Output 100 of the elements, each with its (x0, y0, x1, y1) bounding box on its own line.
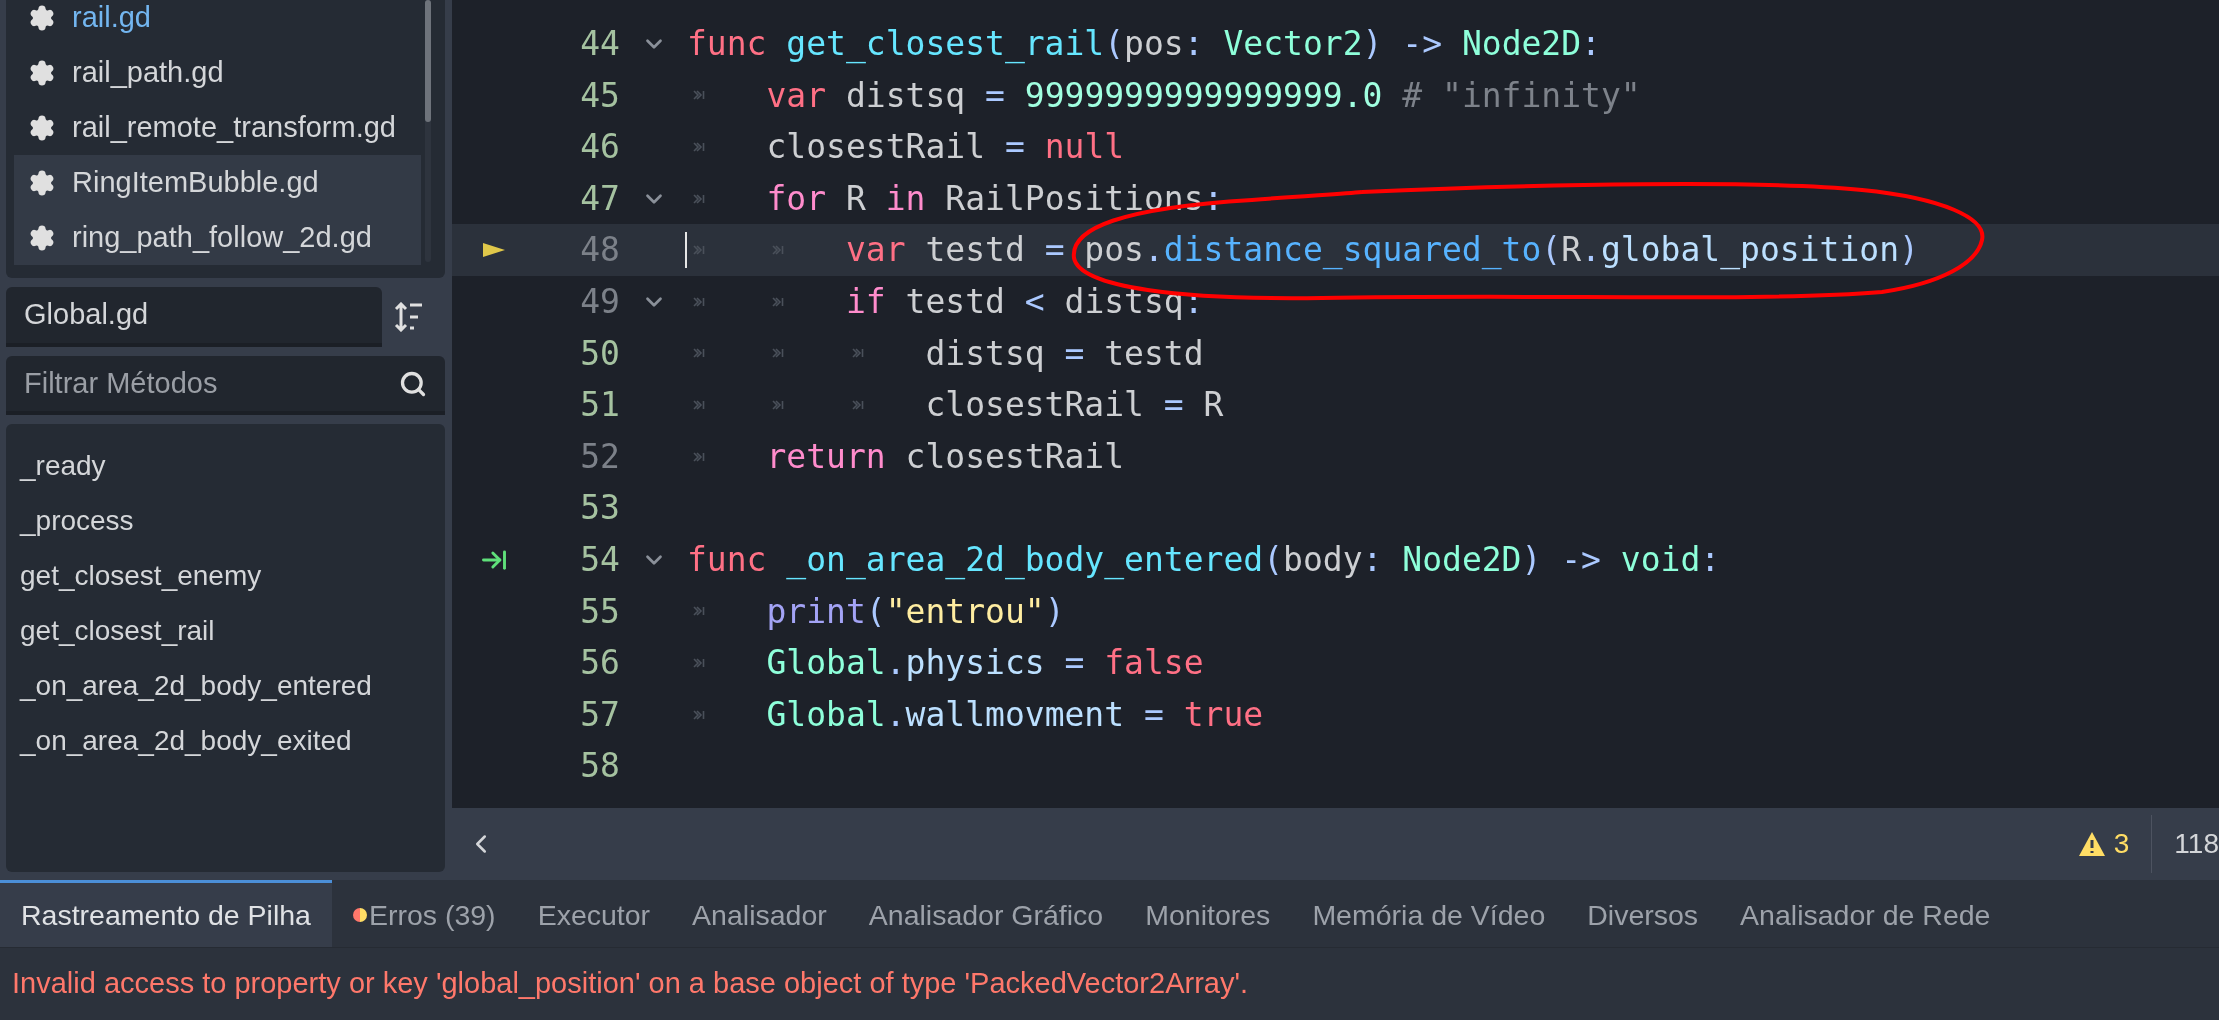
code-token: pos (1124, 23, 1184, 66)
tab-marker-icon (772, 398, 785, 411)
code-token: # "infinity" (1401, 74, 1641, 117)
tab-marker-icon (772, 347, 785, 360)
code-token: = (1064, 332, 1085, 375)
error-message: Invalid access to property or key 'global_position' on a base object of type 'PackedVector2Array'. (11, 966, 1249, 1001)
code-token: ( (865, 590, 886, 633)
code-token: ) -> (1362, 23, 1444, 66)
code-token: ( (1104, 23, 1125, 66)
code-token: < (1024, 281, 1045, 323)
debugger-tab[interactable]: Erros (39) (331, 880, 517, 947)
code-token: : (1700, 539, 1721, 581)
code-token: ) (1044, 590, 1065, 633)
method-list-item[interactable]: get_closest_rail (6, 603, 445, 658)
code-token: 9999999999999999.0 (1024, 74, 1383, 117)
code-token: _on_area_2d_body_entered (786, 539, 1264, 582)
line-number: 57 (580, 693, 620, 736)
code-token: distsq (925, 332, 1046, 375)
code-token: physics (905, 642, 1045, 685)
line-number: 45 (580, 74, 620, 117)
tab-marker-icon (693, 656, 705, 669)
debugger-tab[interactable]: Analisador (671, 880, 848, 947)
code-token: void (1620, 539, 1701, 581)
code-token: Node2D (1402, 539, 1522, 581)
code-token: Global (766, 693, 886, 736)
code-token: Node2D (1461, 23, 1582, 66)
tab-marker-icon (693, 450, 705, 463)
tab-marker-icon (693, 89, 705, 102)
code-token: return (766, 435, 886, 478)
code-token: . (885, 693, 906, 736)
debugger-tab[interactable]: Diversos (1566, 880, 1720, 947)
code-token: var (766, 74, 827, 117)
code-token: distance_squared_to (1163, 229, 1542, 272)
method-list-item[interactable]: get_closest_enemy (6, 548, 445, 603)
code-token: func (687, 23, 768, 66)
code-token: ( (1541, 229, 1562, 272)
debugger-tab[interactable]: Rastreamento de Pilha (0, 880, 332, 947)
code-token: R (844, 177, 867, 220)
line-number: 44 (580, 23, 620, 66)
search-icon (399, 369, 427, 398)
code-token: print (766, 590, 866, 633)
line-number: 46 (580, 126, 620, 169)
code-token: ( (1263, 539, 1284, 581)
code-token: R (1561, 229, 1582, 272)
line-number: 55 (580, 590, 620, 633)
tab-marker-icon (693, 605, 705, 618)
line-number: 49 (580, 281, 620, 323)
code-token: R (1202, 384, 1224, 427)
code-token: false (1104, 642, 1204, 685)
method-filter-field[interactable]: Filtrar Métodos (6, 356, 445, 415)
warning-count[interactable]: 3 (2113, 823, 2130, 865)
code-token: global_position (1601, 229, 1899, 272)
line-number: 50 (580, 332, 620, 375)
debugger-tab[interactable]: Memória de Vídeo (1291, 880, 1567, 947)
line-number: 48 (580, 229, 620, 272)
scrollbar[interactable] (425, 0, 431, 262)
tab-marker-icon (851, 347, 864, 360)
method-filter-input[interactable]: Filtrar Métodos (24, 361, 364, 406)
tab-marker-icon (693, 192, 705, 205)
debugger-tab[interactable]: Analisador de Rede (1719, 880, 2012, 947)
code-token: = (1004, 126, 1026, 169)
tab-marker-icon (772, 244, 785, 257)
method-list-item[interactable]: _process (6, 493, 445, 548)
code-token: testd (924, 229, 1026, 272)
code-token: = (1063, 642, 1086, 685)
script-name-field[interactable]: Global.gd (6, 287, 382, 347)
code-token: . (885, 642, 906, 685)
sort-icon[interactable] (394, 302, 424, 332)
code-token: = (985, 74, 1006, 117)
code-token: : (1183, 23, 1205, 66)
code-token: . (1144, 229, 1164, 272)
method-list-item[interactable]: _ready (6, 438, 445, 493)
debugger-tab[interactable]: Monitores (1124, 880, 1292, 947)
method-list-item[interactable]: _on_area_2d_body_exited (6, 713, 445, 768)
tab-marker-icon (851, 398, 864, 411)
line-number: 56 (580, 642, 620, 685)
code-token: ) (1899, 229, 1919, 272)
script-list-item[interactable]: RingItemBubble.gd (14, 155, 421, 210)
tab-marker-icon (693, 244, 705, 257)
code-token: if (845, 281, 886, 323)
script-list-item[interactable]: ring_path_follow_2d.gd (14, 210, 421, 265)
code-token: distsq (844, 74, 967, 117)
code-token: : (1203, 177, 1224, 220)
warning-icon[interactable] (2077, 831, 2106, 857)
error-warning-dot-icon (352, 908, 367, 922)
code-token: testd (904, 281, 1006, 323)
method-list-item[interactable]: _on_area_2d_body_entered (6, 658, 445, 713)
code-editor[interactable] (452, 0, 2219, 808)
script-gear-icon (28, 223, 56, 252)
code-token: = (1163, 384, 1184, 427)
tab-marker-icon (693, 295, 705, 308)
code-token: testd (1103, 332, 1204, 375)
tab-marker-icon (693, 398, 705, 411)
script-gear-icon (28, 168, 56, 197)
code-token: var (845, 229, 906, 272)
code-token: : (1362, 539, 1384, 581)
debugger-tab[interactable]: Analisador Gráfico (847, 880, 1125, 947)
code-token: closestRail (766, 126, 986, 169)
code-token: . (1581, 229, 1601, 272)
debugger-tab[interactable]: Executor (516, 880, 672, 947)
